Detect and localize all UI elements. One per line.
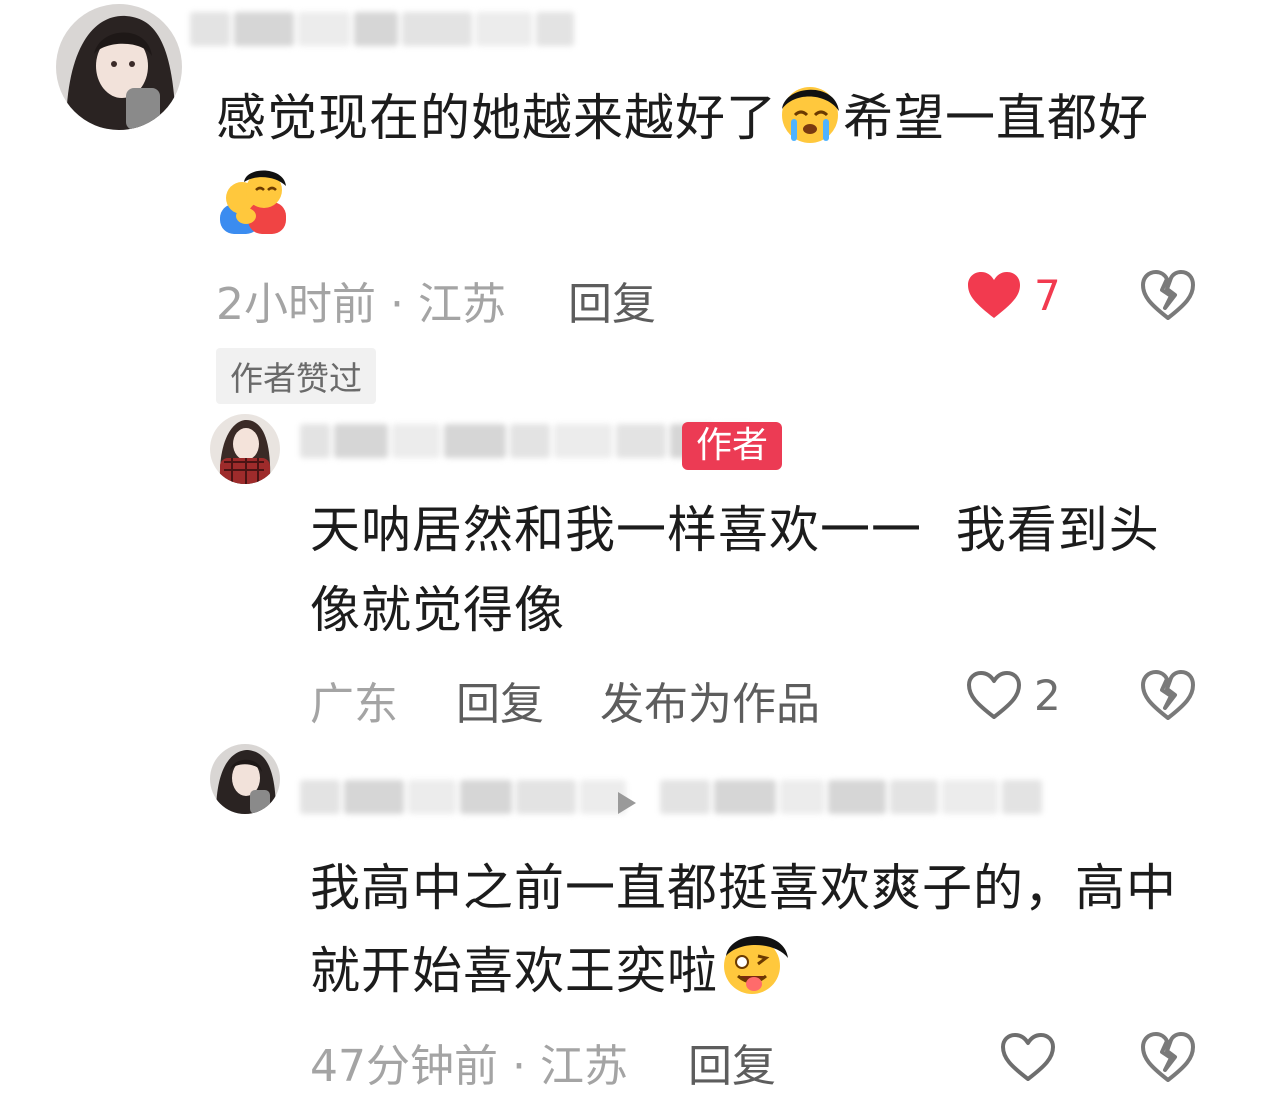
tongue-out-emoji-icon (718, 928, 790, 1021)
comment-text-part2: 希望一直都好 (843, 89, 1149, 147)
avatar[interactable] (210, 744, 280, 814)
username-blurred[interactable] (190, 12, 574, 46)
reply-button[interactable]: 回复 (688, 1030, 776, 1094)
broken-heart-icon (1141, 670, 1195, 720)
author-badge: 作者 (682, 422, 783, 470)
reply-button[interactable]: 回复 (568, 268, 656, 332)
like-button[interactable]: 7 (966, 270, 1061, 320)
hug-emoji-icon (218, 168, 288, 242)
heart-outline-icon (1001, 1033, 1055, 1081)
comment-text-line2: 就开始喜欢王奕啦 (310, 928, 790, 1021)
dislike-button[interactable] (1140, 268, 1196, 326)
username-blurred[interactable] (300, 780, 626, 814)
like-count: 2 (1034, 670, 1061, 720)
avatar[interactable] (56, 4, 182, 130)
author-liked-badge: 作者赞过 (216, 348, 376, 404)
comment-time-location: 47分钟前 · 江苏 (310, 1041, 628, 1092)
publish-as-work-button[interactable]: 发布为作品 (600, 668, 820, 732)
broken-heart-icon (1141, 1032, 1195, 1082)
comment-text: 感觉现在的她越来越好了 希望一直都好 (216, 78, 1216, 168)
comment-text-line2-text: 就开始喜欢王奕啦 (310, 942, 718, 1000)
heart-filled-icon (968, 272, 1020, 318)
crying-emoji-icon (777, 79, 843, 168)
comment-location: 广东 (310, 679, 398, 730)
like-count: 7 (1034, 270, 1061, 320)
avatar[interactable] (210, 414, 280, 484)
dislike-button[interactable] (1140, 1030, 1196, 1088)
broken-heart-icon (1141, 270, 1195, 320)
reply-arrow-icon (616, 790, 638, 820)
comment-text-part1: 感觉现在的她越来越好了 (216, 89, 777, 147)
comment-text-line2: 像就觉得像 (310, 581, 565, 639)
reply-to-username-blurred[interactable] (660, 780, 1042, 814)
reply-button[interactable]: 回复 (456, 668, 544, 732)
comment-text-line1: 我高中之前一直都挺喜欢爽子的，高中 (310, 859, 1177, 917)
heart-outline-icon (967, 671, 1021, 719)
like-button[interactable]: 2 (966, 670, 1061, 720)
comment-text-line1: 天呐居然和我一样喜欢一一 我看到头 (310, 501, 1160, 559)
dislike-button[interactable] (1140, 668, 1196, 726)
like-button[interactable] (1000, 1032, 1056, 1086)
comment-time-location: 2小时前 · 江苏 (216, 279, 506, 330)
